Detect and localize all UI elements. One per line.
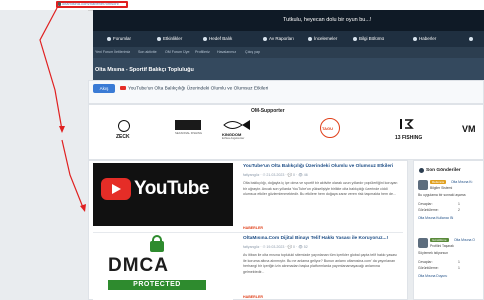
play-triangle-icon bbox=[112, 184, 121, 194]
subnav-new-posts[interactable]: Yeni Forum İletilerimiz bbox=[95, 50, 130, 54]
padlock-icon bbox=[150, 241, 164, 252]
sidebar-user[interactable]: Olta Mısına O bbox=[454, 238, 475, 242]
nav-reviews[interactable]: İncelemeler bbox=[308, 36, 337, 41]
nav-forums[interactable]: Forumlar bbox=[107, 36, 131, 41]
post-title[interactable]: YouTube'un Olta Balıkçılığı Üzerindeki O… bbox=[243, 164, 393, 169]
13-fishing-logo[interactable] bbox=[398, 118, 420, 130]
tagu-logo-text: TAGU bbox=[322, 126, 334, 131]
zeck-logo[interactable] bbox=[118, 120, 130, 132]
sidebar-role: Bilgiler Sistemi bbox=[430, 186, 453, 190]
post-title[interactable]: OltaMısına.Com Dijital Binayı Telif Hakk… bbox=[243, 236, 388, 241]
nav-news[interactable]: Haberler bbox=[413, 36, 436, 41]
kingdom-logo[interactable] bbox=[222, 118, 254, 132]
views-label: Görüntüleme: bbox=[418, 266, 439, 270]
notice-link[interactable]: YouTube'un Olta Balıkçılığı Üzerindeki O… bbox=[120, 86, 268, 91]
site-title: Olta Mısına - Sportif Balıkçı Topluluğu bbox=[95, 67, 194, 73]
post-meta: fatiyangöz · ⏱ 19.03.2023 · 💬 0 · 👁 52 bbox=[243, 245, 308, 249]
annotation-arrow bbox=[39, 7, 86, 212]
sidebar-entry[interactable]: Gönüllüme Olta Mısına O Profilini Taşara… bbox=[418, 238, 484, 298]
user-icon bbox=[469, 36, 473, 41]
review-icon bbox=[308, 36, 312, 41]
fish-icon bbox=[203, 36, 207, 41]
post-tag[interactable]: HABERLER bbox=[243, 226, 263, 230]
youtube-thumb-text: YouTube bbox=[134, 178, 209, 199]
book-icon bbox=[353, 36, 357, 41]
zeck-logo-text: ZECK bbox=[116, 134, 130, 140]
protected-thumb-text: PROTECTED bbox=[133, 281, 181, 288]
sponsor-card bbox=[88, 104, 484, 160]
kingdom-logo-sub: Echtes Angelcenter bbox=[222, 137, 245, 140]
subnav-profiles[interactable]: Profilleriz bbox=[195, 50, 210, 54]
sidebar-snippet: Bu uygulama bir sonraki aşama bbox=[418, 193, 466, 197]
seasonal-logo-text: SEASONAL FISHING bbox=[175, 131, 203, 135]
replies-count: 1 bbox=[458, 260, 460, 264]
calendar-icon bbox=[157, 36, 161, 41]
nav-fishing-reports[interactable]: Av Raporları bbox=[263, 36, 294, 41]
recent-posts-icon bbox=[419, 168, 424, 173]
sidebar-user[interactable]: Olta Mısına Kı bbox=[451, 180, 472, 184]
sidebar-entry[interactable]: Referans Olta Mısına Kı Bilgiler Sistemi… bbox=[418, 180, 484, 236]
sidebar-role: Profilini Taşarak bbox=[430, 244, 454, 248]
feed-button[interactable]: Akış bbox=[93, 84, 115, 93]
replies-count: 1 bbox=[458, 202, 460, 206]
views-count: 1 bbox=[458, 266, 460, 270]
subnav-logout[interactable]: Çıkış yap bbox=[245, 50, 260, 54]
news-icon bbox=[413, 36, 417, 41]
main-navigation: Forumlar Etkinlikler Hedef Balık Av Rapo… bbox=[93, 31, 484, 47]
post-meta: fatiyangöz · ⏱ 21.03.2023 · 💬 0 · 👁 46 bbox=[243, 173, 308, 177]
avatar[interactable] bbox=[418, 238, 428, 248]
report-icon bbox=[263, 36, 267, 41]
13-fishing-logo-text: 13 FISHING bbox=[395, 135, 423, 141]
sub-navigation: Yeni Forum İletilerimiz Son aktivite OM … bbox=[93, 47, 484, 58]
dmca-thumb-text: DMCA bbox=[108, 255, 169, 276]
nav-events[interactable]: Etkinlikler bbox=[157, 36, 182, 41]
sidebar-snippet: Söylemek istiyorsun bbox=[418, 251, 449, 255]
subnav-members[interactable]: OM Forum Üye bbox=[165, 50, 190, 54]
views-label: Görüntüleme: bbox=[418, 208, 439, 212]
post-excerpt: Olta balıkçılığı, doğayla iç içe olma ve… bbox=[243, 181, 398, 197]
seasonal-logo[interactable] bbox=[175, 120, 201, 130]
nav-knowledge[interactable]: Bilgi Bölümü bbox=[353, 36, 384, 41]
post-excerpt: Av itiban ile olta mısına toplulukl site… bbox=[243, 253, 397, 274]
notice-card bbox=[88, 80, 484, 104]
youtube-icon bbox=[120, 86, 126, 90]
forum-icon bbox=[107, 36, 111, 41]
replies-label: Cevaplar: bbox=[418, 260, 433, 264]
user-menu-icon[interactable] bbox=[469, 36, 475, 41]
subnav-latest-activity[interactable]: Son aktivite bbox=[138, 50, 157, 54]
post-tag[interactable]: HABERLER bbox=[243, 295, 263, 299]
avatar[interactable] bbox=[418, 180, 428, 190]
post-divider bbox=[93, 232, 403, 233]
vm-logo[interactable]: VM bbox=[462, 124, 476, 134]
sidebar-title: Son Gönderiler bbox=[426, 168, 461, 173]
views-count: 2 bbox=[458, 208, 460, 212]
role-badge: Gönüllüme bbox=[430, 238, 449, 242]
sidebar-footer-link[interactable]: Olta Mısına Kullanıcı Bi bbox=[418, 216, 453, 220]
role-badge: Referans bbox=[430, 180, 447, 184]
sidebar-footer-link[interactable]: Olta Mısına Duyuru bbox=[418, 274, 447, 278]
replies-label: Cevaplar: bbox=[418, 202, 433, 206]
nav-target-fish[interactable]: Hedef Balık bbox=[203, 36, 232, 41]
site-banner: Tutkulu, heyecan dolu bir oyun bu...! bbox=[93, 10, 484, 31]
banner-slogan: Tutkulu, heyecan dolu bir oyun bu...! bbox=[283, 17, 372, 23]
subnav-weather[interactable]: Havalarımız bbox=[217, 50, 236, 54]
sponsor-title: OM-Supporter bbox=[251, 108, 285, 114]
